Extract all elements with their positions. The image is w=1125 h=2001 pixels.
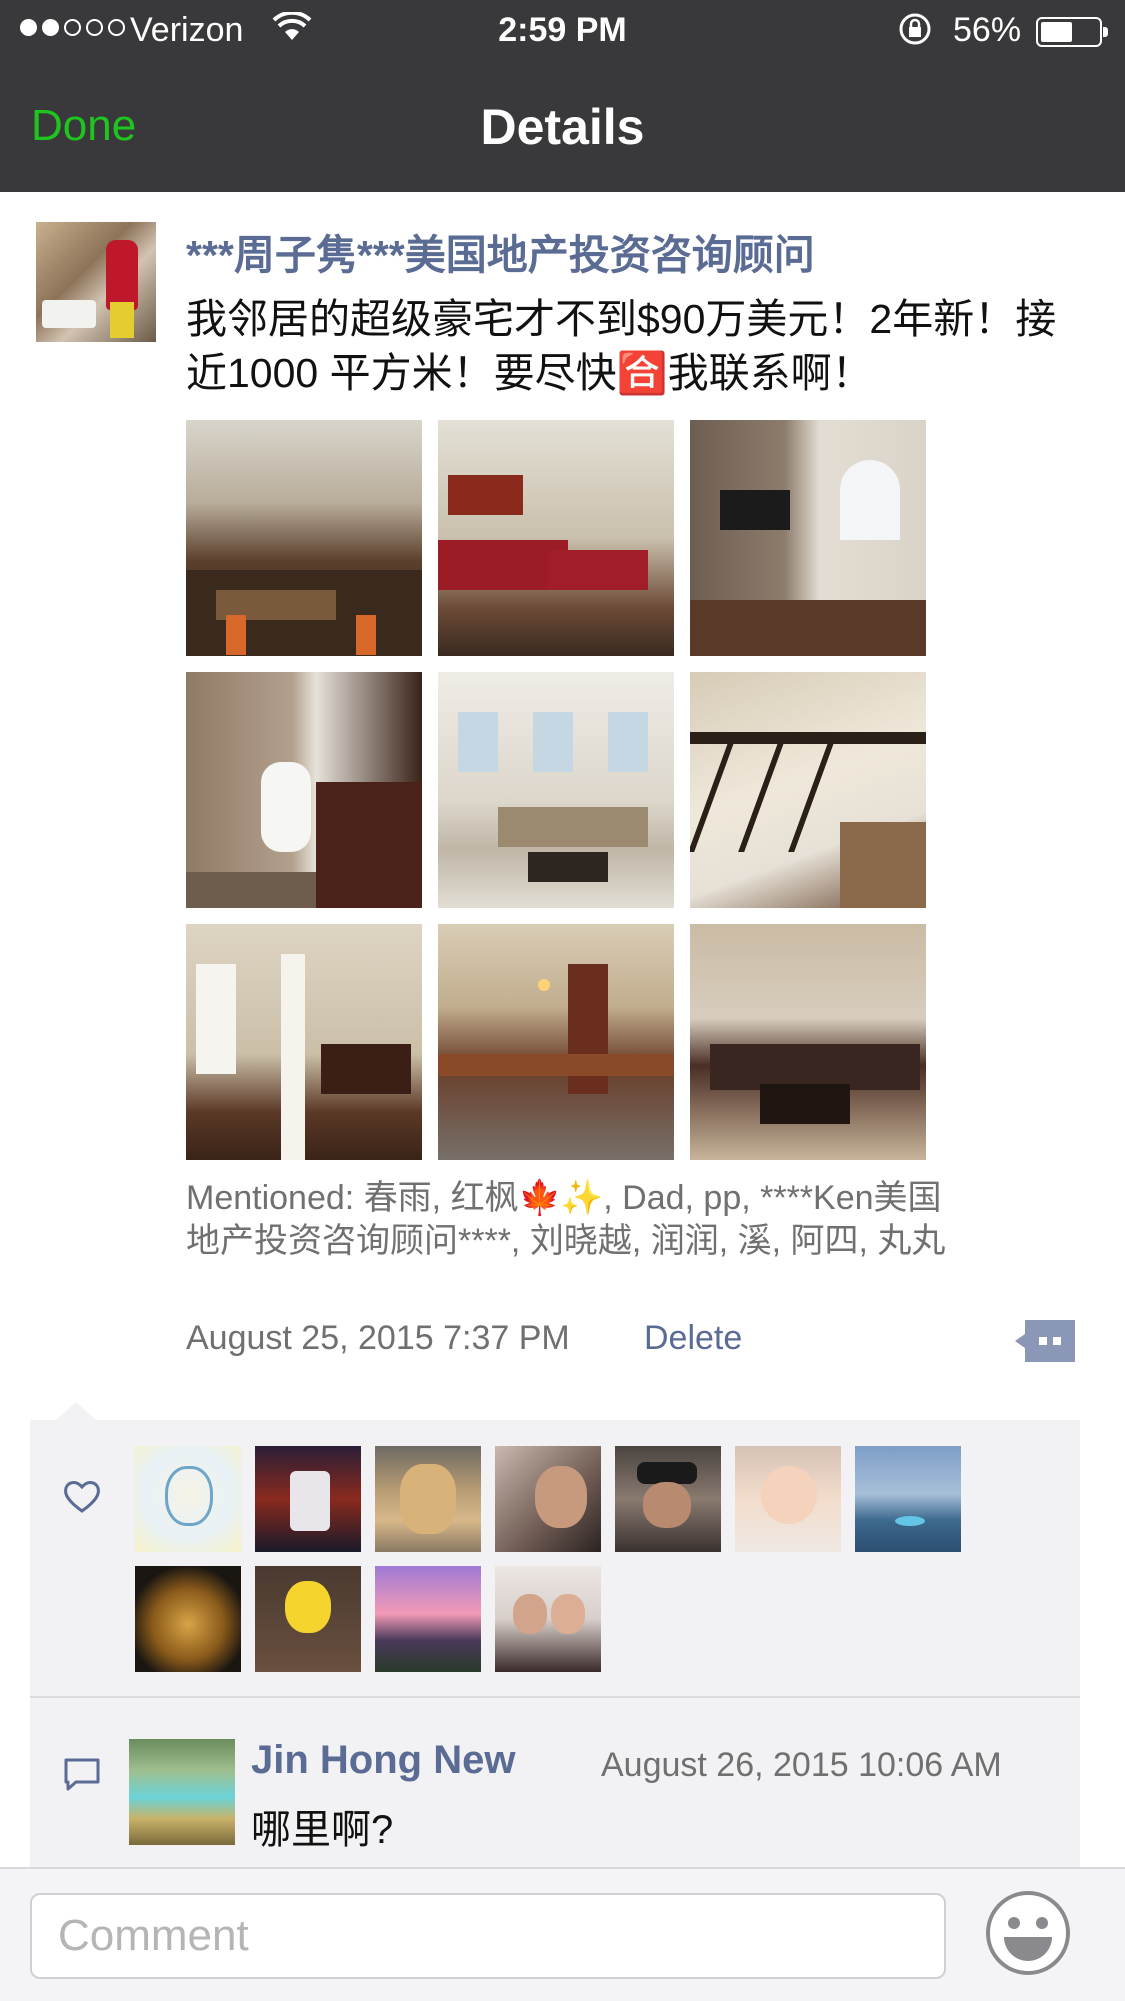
comment-bubble-icon bbox=[64, 1758, 100, 1791]
post-text: 我邻居的超级豪宅才不到$90万美元！2年新！接近1000 平方米！要尽快🈴我联系… bbox=[186, 296, 1057, 396]
liker-avatar-sunset-mountain[interactable] bbox=[375, 1566, 481, 1672]
comment-timestamp: August 26, 2015 10:06 AM bbox=[601, 1746, 1002, 1784]
navigation-bar: Verizon 2:59 PM 56% Done Details bbox=[0, 0, 1125, 192]
comment-menu-icon[interactable] bbox=[1015, 1320, 1075, 1362]
post-photo-staircase[interactable] bbox=[690, 672, 926, 908]
liker-avatar-anime-girl[interactable] bbox=[135, 1446, 241, 1552]
post-photo-dining-room[interactable] bbox=[186, 924, 422, 1160]
post-timestamp: August 25, 2015 7:37 PM bbox=[186, 1319, 570, 1357]
comment-text: 哪里啊? bbox=[251, 1808, 394, 1852]
liker-avatar-man-cap[interactable] bbox=[615, 1446, 721, 1552]
status-bar: Verizon 2:59 PM 56% bbox=[0, 0, 1125, 62]
orientation-lock-icon bbox=[899, 13, 931, 45]
liker-avatar-pikachu[interactable] bbox=[255, 1566, 361, 1672]
heart-icon bbox=[64, 1481, 100, 1513]
liker-avatar-golden-buddha[interactable] bbox=[135, 1566, 241, 1672]
post-photo-bathroom[interactable] bbox=[186, 672, 422, 908]
page-title: Details bbox=[480, 99, 645, 155]
author-avatar[interactable] bbox=[36, 222, 156, 342]
liker-avatar-man-selfie[interactable] bbox=[495, 1446, 601, 1552]
delete-button[interactable]: Delete bbox=[644, 1319, 742, 1358]
liker-avatar-blue-landscape[interactable] bbox=[855, 1446, 961, 1552]
commenter-avatar[interactable] bbox=[129, 1739, 235, 1845]
post-photo-basement-bar[interactable] bbox=[438, 924, 674, 1160]
post-photo-sunroom[interactable] bbox=[438, 672, 674, 908]
post-photo-basement-sectional[interactable] bbox=[690, 924, 926, 1160]
liker-avatar-baby[interactable] bbox=[735, 1446, 841, 1552]
panel-divider bbox=[30, 1696, 1080, 1698]
liker-avatar-mvp-basketball[interactable] bbox=[255, 1446, 361, 1552]
post-photo-great-room-fireplace[interactable] bbox=[690, 420, 926, 656]
mentioned-list: Mentioned: 春雨, 红枫🍁✨, Dad, pp, ****Ken美国地… bbox=[186, 1177, 946, 1263]
mentioned-label: Mentioned: bbox=[186, 1179, 355, 1217]
liker-avatar-golden-retriever[interactable] bbox=[375, 1446, 481, 1552]
liker-avatar-couple[interactable] bbox=[495, 1566, 601, 1672]
emoji-icon[interactable] bbox=[984, 1889, 1072, 1977]
battery-percentage: 56% bbox=[953, 11, 1022, 49]
panel-pointer bbox=[56, 1402, 96, 1420]
battery-icon bbox=[1036, 17, 1108, 47]
post-author-name[interactable]: ***周子隽***美国地产投资咨询顾问 bbox=[186, 221, 815, 281]
post-photo-kitchen-dining[interactable] bbox=[186, 420, 422, 656]
commenter-name[interactable]: Jin Hong New bbox=[251, 1738, 515, 1783]
comment-input[interactable] bbox=[30, 1893, 946, 1979]
post-photo-living-room-red-sofa[interactable] bbox=[438, 420, 674, 656]
